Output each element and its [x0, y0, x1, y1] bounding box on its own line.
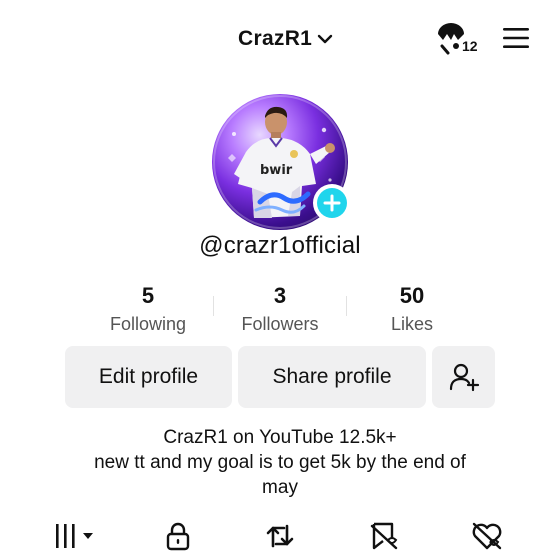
- tab-private[interactable]: [160, 518, 196, 554]
- tab-reposts[interactable]: [262, 518, 298, 554]
- profile-tab-bar: [0, 514, 560, 560]
- tab-favorites[interactable]: [366, 518, 402, 554]
- stat-value: 5: [141, 283, 155, 308]
- divider: [213, 296, 214, 316]
- notifications-button[interactable]: 12: [434, 20, 484, 56]
- bio-line: CrazR1 on YouTube 12.5k+: [163, 427, 397, 448]
- stat-value: 3: [273, 283, 287, 308]
- repost-icon: [266, 524, 294, 548]
- username: @crazr1official: [199, 232, 361, 259]
- stat-likes[interactable]: 50 Likes: [357, 282, 467, 338]
- add-friend-button[interactable]: [432, 346, 495, 408]
- svg-text:bwir: bwir: [260, 163, 293, 178]
- add-profile-photo-button[interactable]: [313, 184, 351, 222]
- divider: [346, 296, 347, 316]
- grid-icon: [56, 524, 93, 548]
- bio-line: may: [262, 477, 298, 498]
- stat-followers[interactable]: 3 Followers: [225, 282, 335, 338]
- lock-icon: [166, 522, 190, 551]
- liked-icon: [472, 522, 502, 550]
- top-bar: CrazR1 12: [0, 0, 560, 76]
- bio-line: new tt and my goal is to get 5k by the e…: [94, 452, 466, 473]
- share-profile-button[interactable]: Share profile: [238, 346, 426, 408]
- tab-liked[interactable]: [468, 518, 506, 554]
- stat-label: Followers: [241, 314, 319, 334]
- favorites-icon: [370, 522, 398, 550]
- menu-icon: [503, 28, 529, 48]
- stat-label: Following: [109, 314, 187, 334]
- chevron-down-icon: [316, 30, 334, 48]
- account-switcher[interactable]: CrazR1: [238, 24, 334, 54]
- account-name: CrazR1: [238, 27, 313, 50]
- stat-value: 50: [399, 283, 425, 308]
- edit-profile-button[interactable]: Edit profile: [65, 346, 232, 408]
- plus-icon: [317, 188, 347, 218]
- notification-count: 12: [462, 38, 478, 54]
- menu-button[interactable]: [502, 26, 530, 50]
- add-user-icon: [449, 363, 479, 392]
- tab-videos[interactable]: [50, 518, 102, 554]
- stat-label: Likes: [390, 314, 434, 334]
- stat-following[interactable]: 5 Following: [93, 282, 203, 338]
